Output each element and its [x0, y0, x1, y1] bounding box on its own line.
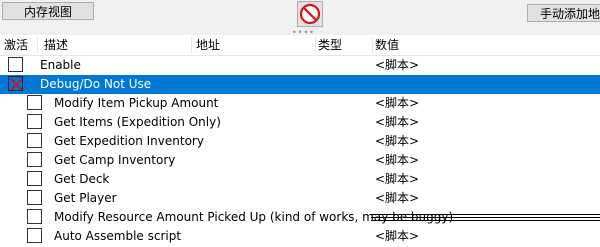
table-row[interactable]: Enable <脚本>: [0, 56, 600, 75]
memory-view-button[interactable]: 内存视图: [2, 2, 94, 20]
no-entry-icon: [299, 3, 321, 25]
row-value: <脚本>: [375, 191, 420, 205]
row-checkbox[interactable]: [27, 95, 42, 110]
row-description: Enable: [40, 58, 81, 72]
overlap-line: [371, 217, 600, 218]
column-divider[interactable]: [37, 37, 38, 53]
table-row[interactable]: Get Items (Expedition Only) <脚本>: [0, 113, 600, 132]
row-checkbox[interactable]: [27, 209, 42, 224]
table-header: 激活 描述 地址 类型 数值: [0, 35, 600, 56]
table-row[interactable]: Auto Assemble script <脚本>: [0, 227, 600, 246]
row-description: Auto Assemble script: [54, 229, 182, 243]
column-divider[interactable]: [191, 37, 192, 53]
row-value: <脚本>: [375, 172, 420, 186]
row-checkbox[interactable]: [27, 114, 42, 129]
row-value: <脚本>: [375, 153, 420, 167]
row-description: Debug/Do Not Use: [40, 77, 152, 91]
row-checkbox[interactable]: [8, 57, 23, 72]
cheat-table-list: Enable <脚本> Debug/Do Not Use Modify Item…: [0, 56, 600, 247]
row-value: <脚本>: [375, 96, 420, 110]
column-header-type[interactable]: 类型: [318, 35, 342, 55]
overlap-line: [371, 214, 600, 215]
row-checkbox[interactable]: [8, 76, 23, 91]
row-value: <脚本>: [375, 229, 420, 243]
row-description: Get Items (Expedition Only): [54, 115, 221, 129]
checked-x-icon: [10, 78, 23, 91]
row-checkbox[interactable]: [27, 171, 42, 186]
manual-add-address-button[interactable]: 手动添加地址: [527, 4, 600, 22]
row-checkbox[interactable]: [27, 152, 42, 167]
row-value: <脚本>: [375, 58, 420, 72]
table-row[interactable]: Get Camp Inventory <脚本>: [0, 151, 600, 170]
overlap-line: [371, 220, 600, 221]
table-row[interactable]: Modify Item Pickup Amount <脚本>: [0, 94, 600, 113]
column-header-value[interactable]: 数值: [375, 35, 399, 55]
row-checkbox[interactable]: [27, 190, 42, 205]
row-description: Get Camp Inventory: [54, 153, 176, 167]
toolbar: 内存视图 手动添加地址: [0, 0, 600, 30]
row-checkbox[interactable]: [27, 228, 42, 243]
table-row[interactable]: Get Expedition Inventory <脚本>: [0, 132, 600, 151]
table-row[interactable]: Get Player <脚本>: [0, 189, 600, 208]
column-header-description[interactable]: 描述: [44, 35, 68, 55]
column-header-active[interactable]: 激活: [4, 35, 28, 55]
row-description: Get Player: [54, 191, 117, 205]
stop-button[interactable]: [297, 1, 323, 27]
row-value: <脚本>: [375, 134, 420, 148]
table-row[interactable]: Modify Resource Amount Picked Up (kind o…: [0, 208, 600, 227]
row-description: Get Deck: [54, 172, 110, 186]
row-description: Modify Item Pickup Amount: [54, 96, 219, 110]
row-checkbox[interactable]: [27, 133, 42, 148]
row-value: <脚本>: [375, 115, 420, 129]
table-row[interactable]: Get Deck <脚本>: [0, 170, 600, 189]
column-header-address[interactable]: 地址: [196, 35, 220, 55]
column-divider[interactable]: [315, 37, 316, 53]
table-row-selected[interactable]: Debug/Do Not Use: [0, 75, 600, 94]
row-description: Get Expedition Inventory: [54, 134, 204, 148]
column-divider[interactable]: [372, 37, 373, 53]
